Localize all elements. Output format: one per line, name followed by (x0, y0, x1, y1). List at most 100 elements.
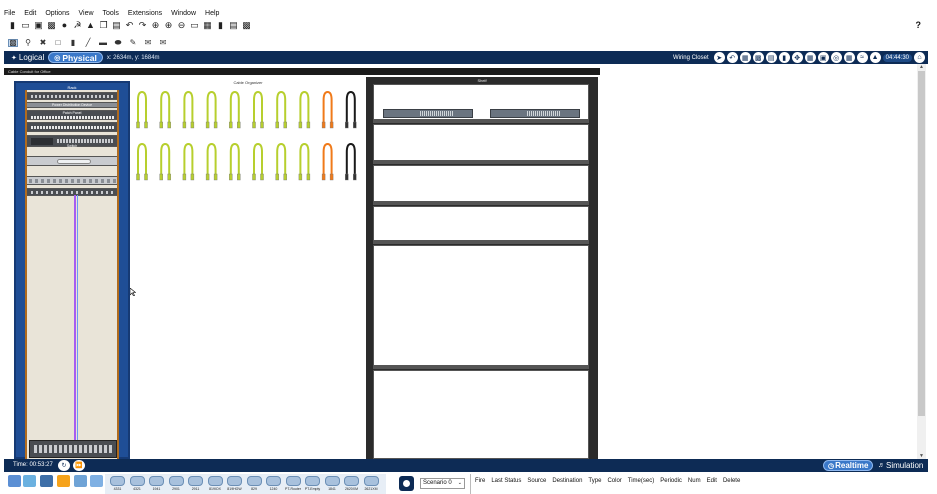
tab-logical[interactable]: ✦ Logical (7, 52, 48, 63)
rack-device-server[interactable] (27, 176, 117, 185)
menu-help[interactable]: Help (205, 10, 219, 17)
device-item[interactable]: 2911 (187, 475, 204, 493)
wireless-icon[interactable]: ≈ (856, 52, 868, 63)
zoom-reset-icon[interactable]: ⊕ (164, 21, 173, 30)
connections-icon[interactable] (57, 475, 70, 487)
console-cable-icon[interactable] (345, 90, 357, 129)
console-cable-icon[interactable] (345, 142, 357, 181)
power-icon[interactable]: ◎ (830, 52, 842, 63)
device-item[interactable]: 819HGW (226, 475, 243, 493)
straight-through-cable-icon[interactable] (298, 142, 311, 181)
device-item[interactable]: 1240 (265, 475, 282, 493)
undo-icon[interactable]: ↶ (125, 21, 134, 30)
fast-forward-icon[interactable]: ⏩ (73, 460, 85, 471)
new-city-icon[interactable]: ▦ (739, 52, 751, 63)
line-icon[interactable]: ╱ (83, 38, 93, 47)
save-icon[interactable]: ▣ (34, 21, 43, 30)
move-object-icon[interactable]: ✥ (791, 52, 803, 63)
menu-extensions[interactable]: Extensions (128, 10, 162, 17)
switch-office-sw1[interactable]: Office SW1 (490, 109, 580, 124)
pdu-col-edit[interactable]: Edit (707, 478, 717, 484)
new-rack-icon[interactable]: ▮ (778, 52, 790, 63)
scroll-up-icon[interactable]: ▲ (918, 64, 925, 70)
shelf-compartment-2[interactable] (373, 124, 589, 161)
scenario-icon[interactable] (399, 476, 414, 491)
notes-icon[interactable]: ▮ (216, 21, 225, 30)
add-complex-pdu-icon[interactable]: ✉ (158, 38, 168, 47)
workspace-vertical-scrollbar[interactable]: ▲ ▼ (917, 64, 926, 459)
rack-device-firewall[interactable] (27, 188, 117, 196)
new-closet-icon[interactable]: ▤ (765, 52, 777, 63)
set-background-icon[interactable]: ▣ (817, 52, 829, 63)
menu-file[interactable]: File (4, 10, 15, 17)
home-icon[interactable]: ⌂ (914, 52, 925, 63)
rack-device-patch-panel[interactable]: Patch Panel (27, 110, 117, 120)
tab-physical[interactable]: ◎ Physical (48, 52, 103, 63)
menu-tools[interactable]: Tools (103, 10, 119, 17)
pdu-col-time[interactable]: Time(sec) (628, 478, 654, 484)
pdu-col-fire[interactable]: Fire (475, 478, 485, 484)
grid-icon[interactable]: ▦ (804, 52, 816, 63)
power-cycle-icon[interactable]: ↻ (58, 460, 70, 471)
help-icon[interactable]: ? (916, 20, 922, 30)
rack-device-bottom-unit[interactable] (29, 440, 117, 458)
components-icon[interactable] (40, 475, 53, 487)
pdu-col-destination[interactable]: Destination (552, 478, 582, 484)
device-item[interactable]: 4331 (109, 475, 126, 493)
ellipse-icon[interactable]: ⬬ (113, 38, 123, 47)
pdu-col-type[interactable]: Type (588, 478, 601, 484)
physical-workspace[interactable]: Cable Conduit for Office Rack Power Dist… (4, 64, 916, 459)
straight-through-cable-icon[interactable] (136, 142, 148, 181)
pdu-col-delete[interactable]: Delete (723, 478, 740, 484)
redo-icon[interactable]: ↷ (138, 21, 147, 30)
straight-through-cable-icon[interactable] (136, 90, 148, 129)
crossover-cable-icon[interactable] (321, 90, 334, 129)
pdu-col-source[interactable]: Source (527, 478, 546, 484)
device-item[interactable]: 819IOX (207, 475, 224, 493)
drawing-palette-icon[interactable]: ▭ (190, 21, 199, 30)
straight-through-cable-icon[interactable] (229, 142, 241, 181)
shelf-compartment-6[interactable] (373, 370, 589, 459)
pdu-col-num[interactable]: Num (688, 478, 701, 484)
straight-through-cable-icon[interactable] (159, 142, 171, 181)
straight-through-cable-icon[interactable] (205, 90, 218, 129)
copy-icon[interactable]: ❐ (99, 21, 108, 30)
shelf[interactable]: Shelf Office SW2 Office SW1 (366, 77, 598, 459)
rack[interactable]: Rack Power Distribution Device Patch Pan… (14, 81, 130, 459)
freeform-icon[interactable]: ✎ (128, 38, 138, 47)
straight-through-cable-icon[interactable] (182, 90, 195, 129)
device-item[interactable]: 2621XM (363, 475, 380, 493)
straight-through-cable-icon[interactable] (275, 90, 287, 129)
straight-through-cable-icon[interactable] (252, 90, 264, 129)
straight-through-cable-icon[interactable] (229, 90, 241, 129)
info-icon[interactable]: ● (60, 21, 69, 30)
note-icon[interactable]: ▮ (68, 38, 78, 47)
device-item[interactable]: 2901 (168, 475, 185, 493)
pdu-col-color[interactable]: Color (607, 478, 621, 484)
new-building-icon[interactable]: ▩ (752, 52, 764, 63)
device-item[interactable]: PT-Empty (304, 475, 321, 493)
realtime-button[interactable]: ◷ Realtime (823, 460, 874, 471)
device-item[interactable]: 829 (246, 475, 263, 493)
tiles-icon[interactable]: ▦ (843, 52, 855, 63)
multiuser-icon[interactable] (90, 475, 103, 487)
scenario-select[interactable]: Scenario 0 ⌄ (420, 478, 465, 489)
wizard-icon[interactable]: ☭ (73, 21, 82, 30)
miscellaneous-icon[interactable] (74, 475, 87, 487)
device-item[interactable]: 1841 (324, 475, 341, 493)
shelf-compartment-4[interactable] (373, 206, 589, 241)
straight-through-cable-icon[interactable] (205, 142, 218, 181)
switch-office-sw2[interactable]: Office SW2 (383, 109, 473, 124)
print-icon[interactable]: ▩ (47, 21, 56, 30)
rack-device-router[interactable] (27, 92, 117, 100)
crossover-cable-icon[interactable] (321, 142, 334, 181)
device-item[interactable]: PT-Router (285, 475, 302, 493)
pdu-col-last-status[interactable]: Last Status (491, 478, 521, 484)
pdu-col-periodic[interactable]: Periodic (660, 478, 682, 484)
select-icon[interactable]: ▩ (8, 38, 18, 47)
new-icon[interactable]: ▮ (8, 21, 17, 30)
straight-through-cable-icon[interactable] (159, 90, 171, 129)
rack-device-shelf-unit[interactable] (27, 156, 117, 166)
shelf-compartment-1[interactable]: Office SW2 Office SW1 (373, 84, 589, 124)
scroll-thumb[interactable] (918, 71, 925, 416)
